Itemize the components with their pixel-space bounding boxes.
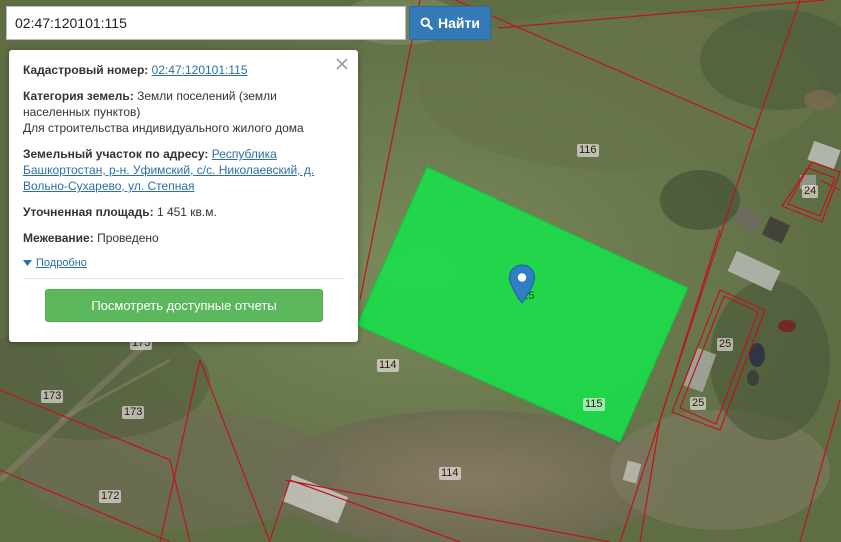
address-label: Земельный участок по адресу: — [23, 147, 209, 161]
search-bar: Найти — [6, 6, 491, 40]
parcel-label-173[interactable]: 173 — [41, 390, 64, 403]
cadastral-number-label: Кадастровый номер: — [23, 63, 149, 77]
area-label: Уточненная площадь: — [23, 205, 154, 219]
parcel-label-114-b[interactable]: 114 — [439, 467, 461, 480]
parcel-label-114[interactable]: 114 — [377, 359, 399, 372]
divider — [23, 278, 344, 279]
search-button-label: Найти — [438, 15, 480, 31]
parcel-label-173-b[interactable]: 173 — [122, 406, 145, 419]
search-button[interactable]: Найти — [409, 6, 491, 40]
parcel-label-172[interactable]: 172 — [99, 490, 122, 503]
parcel-label-116[interactable]: 116 — [577, 144, 599, 157]
cadastral-number-link[interactable]: 02:47:120101:115 — [152, 63, 248, 77]
view-reports-button[interactable]: Посмотреть доступные отчеты — [45, 289, 323, 322]
address-row: Земельный участок по адресу: Республика … — [23, 146, 344, 194]
details-link[interactable]: Подробно — [36, 255, 87, 271]
search-input[interactable] — [6, 6, 406, 40]
parcel-label-115[interactable]: 115 — [583, 398, 605, 411]
close-icon[interactable] — [334, 56, 350, 72]
land-usage-value: Для строительства индивидуального жилого… — [23, 121, 304, 135]
parcel-label-25[interactable]: 25 — [717, 338, 734, 351]
area-value: 1 451 кв.м. — [156, 205, 217, 219]
survey-value: Проведено — [97, 231, 159, 245]
parcel-label-25-b[interactable]: 25 — [690, 397, 707, 410]
survey-label: Межевание: — [23, 231, 94, 245]
area-row: Уточненная площадь: 1 451 кв.м. — [23, 204, 344, 220]
cadastral-number-row: Кадастровый номер: 02:47:120101:115 — [23, 62, 344, 78]
land-category-row: Категория земель: Земли поселений (земли… — [23, 88, 344, 136]
parcel-info-popup: Кадастровый номер: 02:47:120101:115 Кате… — [9, 50, 358, 342]
caret-down-icon — [23, 259, 32, 266]
land-category-label: Категория земель: — [23, 89, 134, 103]
parcel-label-24[interactable]: 24 — [802, 185, 819, 198]
details-toggle[interactable]: Подробно — [23, 255, 344, 271]
survey-row: Межевание: Проведено — [23, 230, 344, 246]
search-icon — [420, 17, 433, 30]
location-pin-icon[interactable] — [508, 264, 536, 304]
